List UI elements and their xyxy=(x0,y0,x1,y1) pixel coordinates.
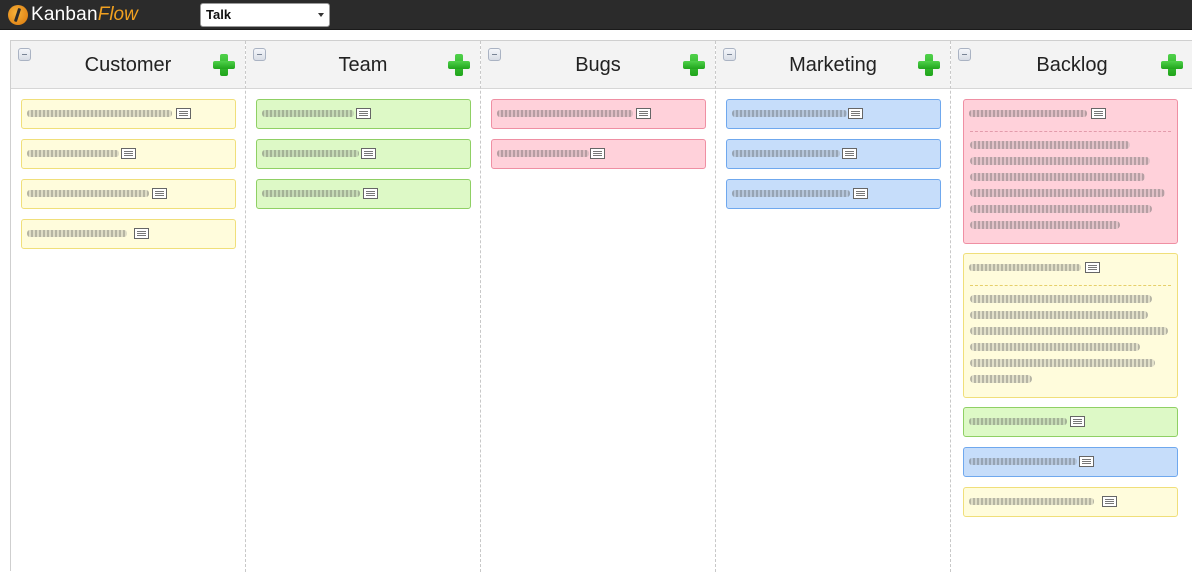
description-icon[interactable] xyxy=(356,108,371,119)
task-description-line xyxy=(970,157,1150,165)
task-card[interactable] xyxy=(491,99,706,129)
column-header: Team xyxy=(246,41,480,89)
kanban-board: Customer Team Bugs Marketing Backlog xyxy=(10,40,1192,572)
board-selector-value: Talk xyxy=(206,7,232,22)
description-icon[interactable] xyxy=(152,188,167,199)
column-customer: Customer xyxy=(11,41,246,572)
task-title xyxy=(262,150,359,157)
column-bugs: Bugs xyxy=(481,41,716,572)
task-title xyxy=(497,150,589,157)
add-task-icon[interactable] xyxy=(918,54,940,76)
task-description-line xyxy=(970,375,1032,383)
chevron-down-icon xyxy=(318,13,324,17)
task-description-line xyxy=(970,295,1152,303)
board-selector[interactable]: Talk xyxy=(200,3,330,27)
kanbanflow-logo[interactable]: Kanban Flow xyxy=(8,4,138,26)
column-header: Marketing xyxy=(716,41,950,89)
column-title: Customer xyxy=(84,54,172,76)
task-description-line xyxy=(970,189,1165,197)
description-icon[interactable] xyxy=(134,228,149,239)
task-description-line xyxy=(970,327,1168,335)
logo-text-secondary: Flow xyxy=(97,4,138,25)
task-description-line xyxy=(970,359,1155,367)
column-header: Bugs xyxy=(481,41,715,89)
logo-icon xyxy=(8,5,28,25)
column-marketing: Marketing xyxy=(716,41,951,572)
description-icon[interactable] xyxy=(1079,456,1094,467)
task-description-line xyxy=(970,311,1148,319)
task-card[interactable] xyxy=(256,179,471,209)
top-bar: Kanban Flow Talk xyxy=(0,0,1192,30)
column-title: Marketing xyxy=(789,54,877,76)
task-title xyxy=(27,110,172,117)
task-card[interactable] xyxy=(726,179,941,209)
task-title xyxy=(27,150,119,157)
description-icon[interactable] xyxy=(1085,262,1100,273)
task-card[interactable] xyxy=(963,407,1178,437)
task-card[interactable] xyxy=(256,99,471,129)
task-title xyxy=(27,190,149,197)
task-title xyxy=(262,190,360,197)
card-divider xyxy=(970,131,1171,132)
task-description-line xyxy=(970,173,1145,181)
column-backlog: Backlog xyxy=(951,41,1192,572)
description-icon[interactable] xyxy=(1070,416,1085,427)
description-icon[interactable] xyxy=(842,148,857,159)
card-divider xyxy=(970,285,1171,286)
task-card[interactable] xyxy=(256,139,471,169)
description-icon[interactable] xyxy=(121,148,136,159)
task-description-line xyxy=(970,343,1140,351)
description-icon[interactable] xyxy=(853,188,868,199)
add-task-icon[interactable] xyxy=(683,54,705,76)
add-task-icon[interactable] xyxy=(448,54,470,76)
task-title xyxy=(27,230,127,237)
description-icon[interactable] xyxy=(363,188,378,199)
description-icon[interactable] xyxy=(848,108,863,119)
task-title xyxy=(732,190,850,197)
task-title xyxy=(969,110,1087,117)
task-title xyxy=(969,418,1067,425)
description-icon[interactable] xyxy=(1091,108,1106,119)
description-icon[interactable] xyxy=(636,108,651,119)
task-card[interactable] xyxy=(726,139,941,169)
task-title xyxy=(497,110,633,117)
task-title xyxy=(732,110,847,117)
column-header: Customer xyxy=(11,41,245,89)
description-icon[interactable] xyxy=(361,148,376,159)
task-description-line xyxy=(970,141,1130,149)
column-title: Backlog xyxy=(1036,54,1108,76)
description-icon[interactable] xyxy=(1102,496,1117,507)
logo-text-primary: Kanban xyxy=(31,4,98,25)
column-title: Bugs xyxy=(575,54,621,76)
column-title: Team xyxy=(338,54,388,76)
task-card[interactable] xyxy=(21,139,236,169)
add-task-icon[interactable] xyxy=(213,54,235,76)
task-card[interactable] xyxy=(726,99,941,129)
task-title xyxy=(969,264,1081,271)
task-card-expanded[interactable] xyxy=(963,253,1178,398)
task-card[interactable] xyxy=(963,447,1178,477)
task-description-line xyxy=(970,221,1120,229)
task-title xyxy=(262,110,354,117)
task-description-line xyxy=(970,205,1152,213)
task-card-expanded[interactable] xyxy=(963,99,1178,244)
column-header: Backlog xyxy=(951,41,1192,89)
task-card[interactable] xyxy=(21,99,236,129)
task-card[interactable] xyxy=(21,179,236,209)
column-team: Team xyxy=(246,41,481,572)
task-title xyxy=(969,458,1077,465)
task-card[interactable] xyxy=(21,219,236,249)
task-card[interactable] xyxy=(963,487,1178,517)
task-card[interactable] xyxy=(491,139,706,169)
task-title xyxy=(969,498,1094,505)
task-title xyxy=(732,150,840,157)
add-task-icon[interactable] xyxy=(1161,54,1183,76)
description-icon[interactable] xyxy=(176,108,191,119)
description-icon[interactable] xyxy=(590,148,605,159)
